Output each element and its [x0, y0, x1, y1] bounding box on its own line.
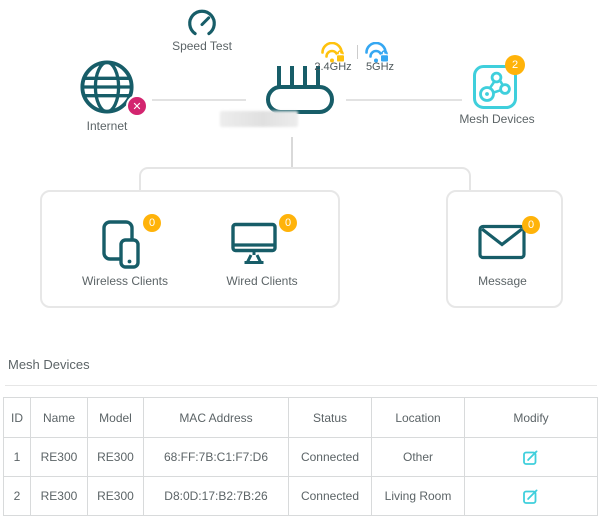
- message-node[interactable]: 0: [478, 216, 540, 266]
- section-divider: [5, 385, 597, 386]
- cell-mac: D8:0D:17:B2:7B:26: [143, 476, 289, 516]
- router-stem-line: [291, 137, 293, 167]
- cell-status: Connected: [288, 437, 372, 477]
- network-map-page: Speed Test ✕ Internet 2.4GHz 5GHz 2 Mesh…: [0, 0, 600, 517]
- message-label: Message: [478, 274, 527, 288]
- router-name-redacted: [220, 111, 298, 127]
- speed-test-label: Speed Test: [172, 39, 232, 53]
- connector-internet-router: [152, 99, 246, 101]
- cell-model: RE300: [87, 437, 144, 477]
- monitor-icon: [231, 222, 277, 264]
- cell-mac: 68:FF:7B:C1:F7:D6: [143, 437, 289, 477]
- tablet-phone-icon: [102, 220, 140, 269]
- internet-label: Internet: [86, 119, 128, 133]
- cell-location: Other: [371, 437, 465, 477]
- cell-id: 1: [3, 437, 31, 477]
- connector-router-mesh: [346, 99, 462, 101]
- mesh-section-title: Mesh Devices: [8, 357, 90, 372]
- wireless-clients-node[interactable]: 0: [100, 214, 164, 272]
- clients-group-box: 0 Wireless Clients 0 Wired Clients: [40, 190, 340, 308]
- mesh-count-badge: 2: [505, 55, 525, 75]
- col-header-id: ID: [3, 397, 31, 438]
- mesh-devices-table: ID Name Model MAC Address Status Locatio…: [3, 397, 598, 516]
- envelope-icon: [478, 224, 526, 260]
- wireless-clients-label: Wireless Clients: [81, 274, 168, 288]
- col-header-mac: MAC Address: [143, 397, 289, 438]
- cell-name: RE300: [30, 476, 88, 516]
- col-header-status: Status: [288, 397, 372, 438]
- wireless-count-badge: 0: [143, 214, 161, 232]
- cell-location: Living Room: [371, 476, 465, 516]
- col-header-location: Location: [371, 397, 465, 438]
- wired-clients-node[interactable]: 0: [231, 214, 299, 272]
- error-x-badge: ✕: [126, 95, 148, 117]
- cell-status: Connected: [288, 476, 372, 516]
- edit-icon: [523, 450, 538, 465]
- col-header-model: Model: [87, 397, 144, 438]
- wired-count-badge: 0: [279, 214, 297, 232]
- band-5ghz-label: 5GHz: [365, 61, 395, 73]
- table-row: 2 RE300 RE300 D8:0D:17:B2:7B:26 Connecte…: [3, 476, 598, 516]
- mesh-devices-label: Mesh Devices: [459, 112, 535, 126]
- modify-button[interactable]: [520, 446, 542, 468]
- edit-icon: [523, 489, 538, 504]
- modify-button[interactable]: [520, 485, 542, 507]
- speed-test-node[interactable]: [186, 8, 218, 40]
- mesh-devices-node[interactable]: 2: [472, 55, 530, 111]
- table-row: 1 RE300 RE300 68:FF:7B:C1:F7:D6 Connecte…: [3, 437, 598, 477]
- band-separator: [357, 45, 358, 59]
- cell-id: 2: [3, 476, 31, 516]
- message-group-box: 0 Message: [446, 190, 563, 308]
- wired-clients-label: Wired Clients: [226, 274, 298, 288]
- cell-modify: [464, 476, 598, 516]
- cell-modify: [464, 437, 598, 477]
- cell-model: RE300: [87, 476, 144, 516]
- col-header-modify: Modify: [464, 397, 598, 438]
- internet-node[interactable]: ✕: [79, 59, 151, 121]
- table-header-row: ID Name Model MAC Address Status Locatio…: [3, 397, 598, 438]
- band-24ghz-label: 2.4GHz: [314, 61, 352, 73]
- speedometer-icon: [188, 9, 216, 36]
- message-count-badge: 0: [522, 216, 540, 234]
- col-header-name: Name: [30, 397, 88, 438]
- cell-name: RE300: [30, 437, 88, 477]
